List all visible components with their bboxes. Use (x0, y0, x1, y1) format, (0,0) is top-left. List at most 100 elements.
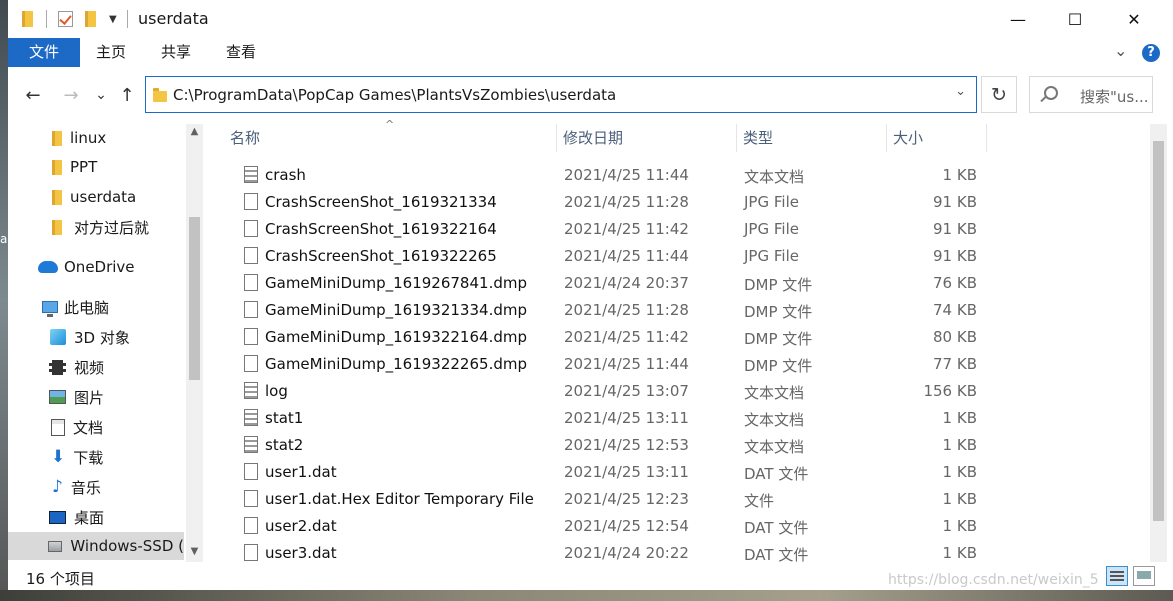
nav-item-music[interactable]: ♪ 音乐 (8, 473, 184, 501)
drive-icon (48, 540, 63, 552)
nav-item-documents[interactable]: 文档 (8, 413, 184, 441)
file-date: 2021/4/25 11:44 (564, 355, 689, 373)
table-row[interactable]: GameMiniDump_1619267841.dmp 2021/4/24 20:… (234, 270, 982, 297)
file-name[interactable]: stat2 (265, 436, 303, 454)
file-name[interactable]: CrashScreenShot_1619322164 (265, 220, 497, 238)
table-row[interactable]: CrashScreenShot_1619322265 2021/4/25 11:4… (234, 243, 982, 270)
tab-view[interactable]: 查看 (214, 38, 268, 67)
item-count: 16 个项目 (26, 570, 95, 588)
address-bar[interactable]: C:\ProgramData\PopCap Games\PlantsVsZomb… (145, 76, 977, 113)
file-date: 2021/4/25 11:28 (564, 301, 689, 319)
scrollbar-thumb[interactable] (1153, 141, 1164, 521)
column-header-date[interactable]: 修改日期 (557, 124, 737, 152)
address-path[interactable]: C:\ProgramData\PopCap Games\PlantsVsZomb… (173, 86, 616, 104)
nav-item-pictures[interactable]: 图片 (8, 383, 184, 411)
file-name[interactable]: user1.dat.Hex Editor Temporary File (265, 490, 534, 508)
search-icon (1044, 86, 1058, 100)
column-header-name[interactable]: 名称 (224, 124, 557, 152)
nav-item-downloads[interactable]: ⬇ 下载 (8, 443, 184, 471)
table-row[interactable]: stat1 2021/4/25 13:11 文本文档 1 KB (234, 405, 982, 432)
nav-item-videos[interactable]: 视频 (8, 353, 184, 381)
search-placeholder[interactable]: 搜索"us... (1080, 86, 1149, 107)
file-date: 2021/4/25 12:54 (564, 517, 689, 535)
scroll-up-icon[interactable]: ▲ (186, 126, 203, 137)
table-row[interactable]: user2.dat 2021/4/25 12:54 DAT 文件 1 KB (234, 513, 982, 540)
back-button[interactable]: ← (20, 82, 46, 108)
minimize-button[interactable]: — (989, 0, 1047, 38)
file-name[interactable]: GameMiniDump_1619267841.dmp (265, 274, 527, 292)
file-name[interactable]: GameMiniDump_1619322265.dmp (265, 355, 527, 373)
scrollbar-thumb[interactable] (189, 217, 200, 380)
customize-toolbar-icon[interactable]: ▼ (109, 10, 117, 28)
scroll-down-icon[interactable]: ▼ (186, 546, 203, 557)
table-row[interactable]: user1.dat.Hex Editor Temporary File 2021/… (234, 486, 982, 513)
column-header-type[interactable]: 类型 (737, 124, 887, 152)
properties-icon[interactable] (58, 10, 73, 28)
details-view-button[interactable] (1106, 566, 1128, 586)
computer-icon (42, 301, 58, 317)
file-icon (244, 220, 258, 237)
file-type: DMP 文件 (744, 303, 813, 321)
file-type: DAT 文件 (744, 519, 809, 537)
file-size: 1 KB (942, 490, 977, 508)
table-row[interactable]: GameMiniDump_1619322265.dmp 2021/4/25 11:… (234, 351, 982, 378)
chevron-down-icon[interactable]: ⌄ (955, 84, 966, 99)
expand-ribbon-icon[interactable]: ⌄ (1114, 41, 1127, 60)
file-name[interactable]: user1.dat (265, 463, 337, 481)
nav-item-desktop[interactable]: 桌面 (8, 503, 184, 531)
refresh-button[interactable]: ↻ (981, 76, 1017, 113)
nav-item-folder[interactable]: 对方过后就 (8, 213, 184, 241)
column-header-size[interactable]: 大小 (887, 124, 987, 152)
up-button[interactable]: ↑ (114, 82, 140, 108)
file-type: 文本文档 (744, 411, 805, 429)
large-icons-view-button[interactable] (1133, 566, 1155, 586)
table-row[interactable]: CrashScreenShot_1619322164 2021/4/25 11:4… (234, 216, 982, 243)
tab-share[interactable]: 共享 (149, 38, 203, 67)
nav-item-ppt[interactable]: PPT (8, 153, 184, 181)
search-box[interactable]: 搜索"us... (1029, 76, 1153, 113)
file-size: 1 KB (942, 436, 977, 454)
nav-item-userdata[interactable]: userdata (8, 183, 184, 211)
tab-file[interactable]: 文件 (8, 38, 80, 67)
maximize-button[interactable]: ☐ (1046, 0, 1104, 38)
file-name[interactable]: GameMiniDump_1619321334.dmp (265, 301, 527, 319)
nav-item-this-pc[interactable]: 此电脑 (8, 293, 184, 321)
new-folder-icon[interactable] (85, 10, 96, 28)
file-name[interactable]: user2.dat (265, 517, 337, 535)
help-icon[interactable]: ? (1142, 44, 1160, 62)
tab-home[interactable]: 主页 (84, 38, 138, 67)
file-size: 80 KB (933, 328, 977, 346)
file-type: DMP 文件 (744, 330, 813, 348)
table-row[interactable]: user1.dat 2021/4/25 13:11 DAT 文件 1 KB (234, 459, 982, 486)
file-list-scrollbar[interactable] (1150, 124, 1167, 562)
file-name[interactable]: crash (265, 166, 306, 184)
close-button[interactable]: ✕ (1105, 0, 1163, 38)
nav-item-3d-objects[interactable]: 3D 对象 (8, 323, 184, 351)
file-name[interactable]: user3.dat (265, 544, 337, 562)
file-name[interactable]: CrashScreenShot_1619321334 (265, 193, 497, 211)
nav-item-windows-ssd[interactable]: Windows-SSD ( (8, 532, 184, 560)
table-row[interactable]: stat2 2021/4/25 12:53 文本文档 1 KB (234, 432, 982, 459)
file-name[interactable]: CrashScreenShot_1619322265 (265, 247, 497, 265)
table-row[interactable]: GameMiniDump_1619322164.dmp 2021/4/25 11:… (234, 324, 982, 351)
explorer-window: ▼ userdata — ☐ ✕ 文件 主页 共享 查看 ⌄ ? ← → ⌄ ↑… (8, 0, 1173, 590)
desktop-edge-text: a (0, 232, 8, 246)
table-row[interactable]: crash 2021/4/25 11:44 文本文档 1 KB (234, 162, 982, 189)
watermark-text: https://blog.csdn.net/weixin_5 (888, 572, 1099, 588)
file-type: DMP 文件 (744, 276, 813, 294)
file-icon (244, 328, 258, 345)
nav-item-onedrive[interactable]: OneDrive (8, 253, 184, 281)
file-name[interactable]: stat1 (265, 409, 303, 427)
ribbon-tabs: 文件 主页 共享 查看 ⌄ ? (8, 38, 1173, 68)
nav-item-linux[interactable]: linux (8, 124, 184, 152)
file-size: 76 KB (933, 274, 977, 292)
nav-pane-scrollbar[interactable]: ▲ ▼ (186, 124, 203, 562)
recent-locations-button[interactable]: ⌄ (88, 82, 114, 108)
table-row[interactable]: CrashScreenShot_1619321334 2021/4/25 11:2… (234, 189, 982, 216)
file-name[interactable]: log (265, 382, 288, 400)
forward-button[interactable]: → (58, 82, 84, 108)
table-row[interactable]: log 2021/4/25 13:07 文本文档 156 KB (234, 378, 982, 405)
table-row[interactable]: GameMiniDump_1619321334.dmp 2021/4/25 11:… (234, 297, 982, 324)
file-type: JPG File (744, 193, 799, 211)
file-name[interactable]: GameMiniDump_1619322164.dmp (265, 328, 527, 346)
